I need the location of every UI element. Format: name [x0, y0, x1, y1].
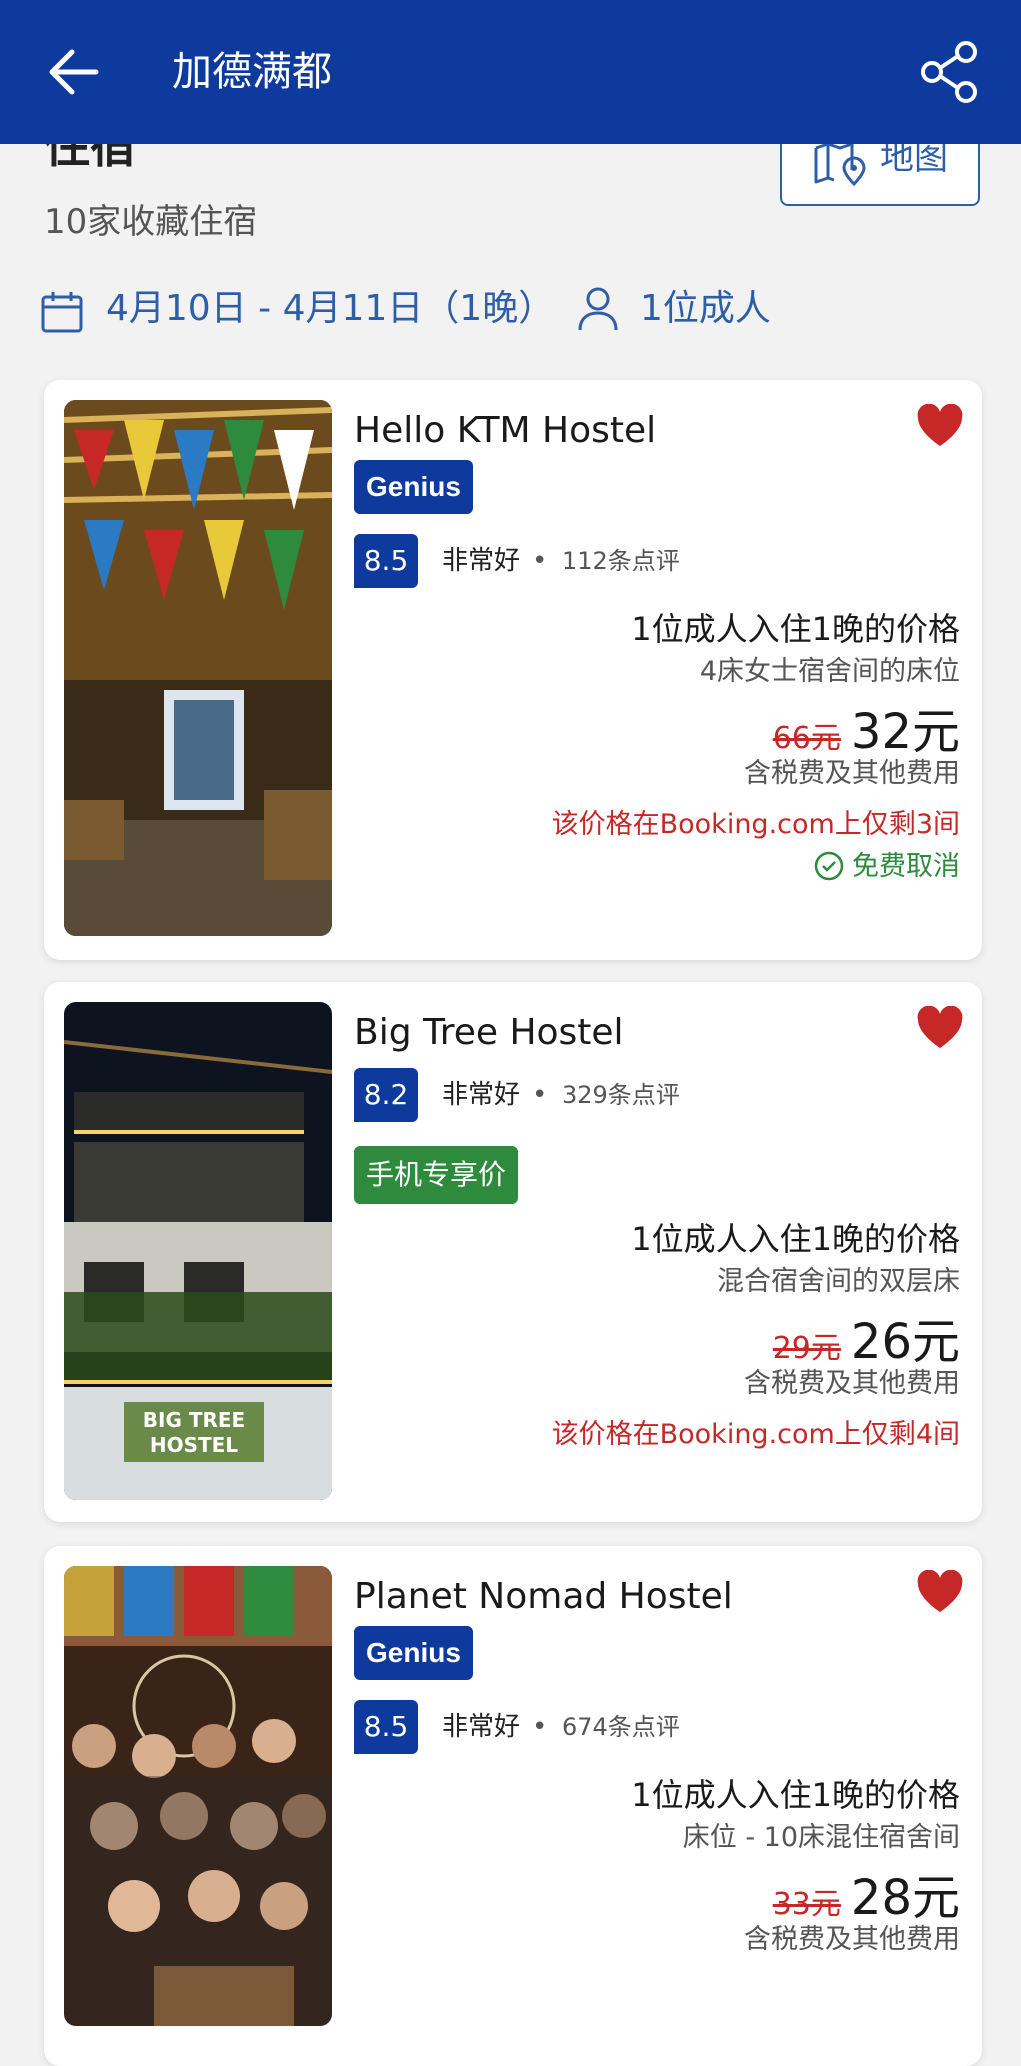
heart-icon[interactable] [916, 404, 964, 448]
genius-badge: Genius [354, 1626, 473, 1680]
score-label: 非常好 [442, 1712, 521, 1742]
review-count: 674条点评 [562, 1713, 680, 1741]
room-type: 床位 - 10床混住宿舍间 [682, 1822, 960, 1853]
review-score: 8.2 [354, 1068, 418, 1122]
hotel-name[interactable]: Big Tree Hostel [354, 1006, 624, 1060]
scarcity-message: 该价格在Booking.com上仅剩4间 [551, 1419, 960, 1450]
review-score: 8.5 [354, 1700, 418, 1754]
separator-dot: • [532, 546, 548, 576]
genius-badge: Genius [354, 460, 473, 514]
heart-icon[interactable] [916, 1006, 964, 1050]
price-line: 33元 28元 [631, 1858, 960, 1926]
room-type: 4床女士宿舍间的床位 [699, 656, 960, 687]
review-count: 112条点评 [562, 547, 680, 575]
separator-dot: • [532, 1712, 548, 1742]
price-description: 1位成人入住1晚的价格 [631, 610, 960, 648]
separator-dot: • [532, 1080, 548, 1110]
svg-text:HOSTEL: HOSTEL [150, 1433, 238, 1457]
tax-note: 含税费及其他费用 [744, 1368, 960, 1399]
svg-text:BIG TREE: BIG TREE [143, 1408, 245, 1432]
heart-icon[interactable] [916, 1570, 964, 1614]
hotel-photo [64, 400, 332, 936]
saved-count: 10家收藏住宿 [44, 202, 258, 242]
hotel-photo [64, 1566, 332, 2026]
free-cancellation-label: 免费取消 [852, 851, 960, 882]
price-line: 29元 26元 [552, 1302, 960, 1370]
price-description: 1位成人入住1晚的价格 [631, 1776, 960, 1814]
share-icon[interactable] [916, 38, 984, 106]
original-price: 66元 [772, 721, 841, 756]
original-price: 29元 [772, 1331, 841, 1366]
calendar-icon [41, 292, 83, 333]
price-line: 66元 32元 [552, 692, 960, 760]
hotel-card[interactable]: BIG TREE HOSTEL Big Tree Hostel 8.2 非常好 … [44, 982, 982, 1522]
person-icon [578, 287, 618, 331]
hotel-card[interactable]: Planet Nomad Hostel Genius 8.5 非常好 • 674… [44, 1546, 982, 2066]
hotel-name[interactable]: Planet Nomad Hostel [354, 1570, 733, 1624]
score-label: 非常好 [442, 546, 521, 576]
hotel-name[interactable]: Hello KTM Hostel [354, 404, 656, 458]
price-description: 1位成人入住1晚的价格 [631, 1220, 960, 1258]
scarcity-message: 该价格在Booking.com上仅剩3间 [551, 809, 960, 840]
original-price: 33元 [772, 1887, 841, 1922]
header-title: 加德满都 [172, 49, 332, 95]
free-cancellation: 免费取消 [552, 846, 960, 888]
mobile-price-badge: 手机专享价 [354, 1146, 519, 1204]
back-arrow-icon[interactable] [44, 44, 104, 100]
check-circle-icon [814, 851, 844, 881]
date-range[interactable]: 4月10日 - 4月11日（1晚） [106, 284, 554, 334]
current-price: 32元 [850, 704, 960, 760]
tax-note: 含税费及其他费用 [744, 1924, 960, 1955]
current-price: 28元 [850, 1870, 960, 1926]
hotel-card[interactable]: Hello KTM Hostel Genius 8.5 非常好 • 112条点评… [44, 380, 982, 960]
score-label: 非常好 [442, 1080, 521, 1110]
room-type: 混合宿舍间的双层床 [717, 1266, 960, 1297]
current-price: 26元 [850, 1314, 960, 1370]
hotel-photo: BIG TREE HOSTEL [64, 1002, 332, 1500]
guest-count[interactable]: 1位成人 [640, 284, 771, 334]
review-count: 329条点评 [562, 1081, 680, 1109]
map-icon [814, 142, 866, 186]
tax-note: 含税费及其他费用 [744, 758, 960, 789]
app-header: 加德满都 [0, 0, 1021, 144]
review-score: 8.5 [354, 534, 418, 588]
